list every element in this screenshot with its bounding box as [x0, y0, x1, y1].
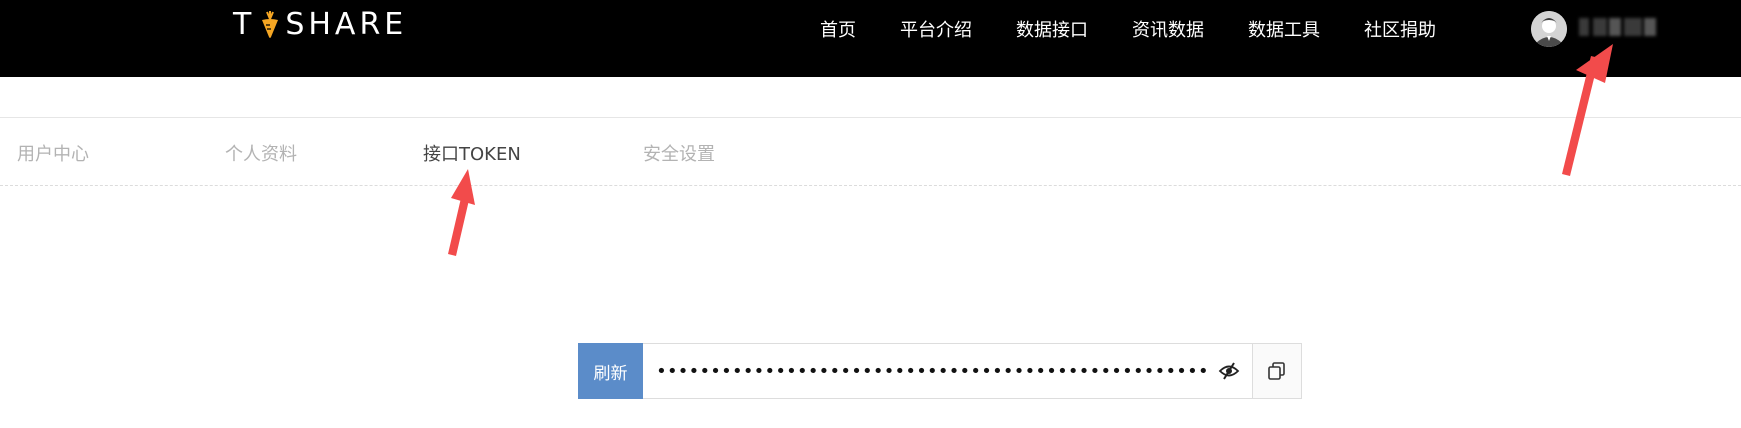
tab-user-center[interactable]: 用户中心: [17, 140, 89, 166]
token-input-group: 刷新: [578, 343, 1302, 399]
page: T SHARE 首页 平台介绍 数据接口 资讯数据 数据工具 社区捐助 用户中心…: [0, 0, 1741, 428]
carrot-logo-icon: [259, 9, 281, 39]
arrow-to-token-tab-icon: [448, 169, 475, 256]
nav-data-tools[interactable]: 数据工具: [1248, 16, 1320, 42]
tab-security-settings[interactable]: 安全设置: [643, 140, 715, 166]
tab-api-token[interactable]: 接口TOKEN: [423, 140, 521, 166]
tushare-logo[interactable]: T SHARE: [233, 6, 407, 42]
nav-data-api[interactable]: 数据接口: [1016, 16, 1088, 42]
nav-community-donate[interactable]: 社区捐助: [1364, 16, 1436, 42]
token-field-wrapper: [643, 344, 1252, 398]
refresh-token-button[interactable]: 刷新: [578, 343, 643, 399]
token-input[interactable]: [656, 360, 1211, 382]
tab-profile[interactable]: 个人资料: [225, 140, 297, 166]
divider-top: [0, 117, 1741, 118]
nav-home[interactable]: 首页: [820, 16, 856, 42]
logo-text-right: SHARE: [285, 6, 408, 42]
copy-icon[interactable]: [1252, 344, 1301, 398]
main-nav: 首页 平台介绍 数据接口 资讯数据 数据工具 社区捐助: [820, 16, 1436, 42]
eye-slash-icon[interactable]: [1218, 361, 1240, 381]
top-header: T SHARE 首页 平台介绍 数据接口 资讯数据 数据工具 社区捐助: [0, 0, 1741, 77]
nav-platform-intro[interactable]: 平台介绍: [900, 16, 972, 42]
user-avatar-icon[interactable]: [1531, 11, 1567, 47]
divider-dashed: [0, 185, 1741, 186]
user-subnav: 用户中心 个人资料 接口TOKEN 安全设置: [0, 140, 1741, 168]
username-redacted[interactable]: [1579, 15, 1659, 39]
nav-news-data[interactable]: 资讯数据: [1132, 16, 1204, 42]
logo-text-left: T: [233, 6, 256, 42]
